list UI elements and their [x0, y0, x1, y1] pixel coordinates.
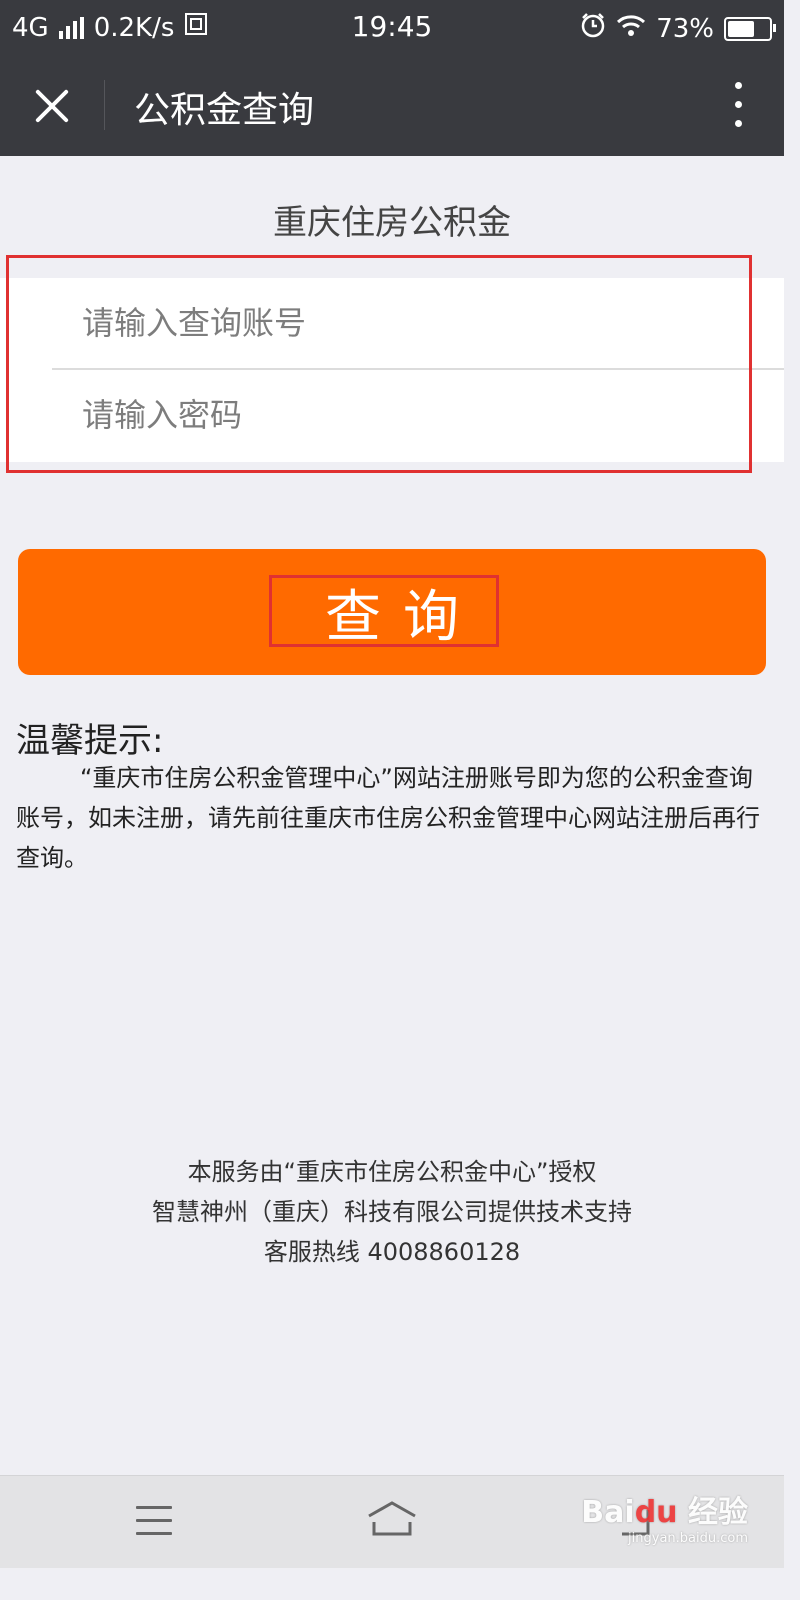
nav-bar: 公积金查询 [0, 54, 784, 156]
wifi-icon [616, 13, 646, 44]
tips-heading: 温馨提示: [16, 721, 164, 761]
baidu-watermark-logo: Baidu 经验 jingyan.baidu.com [581, 1495, 748, 1546]
home-icon[interactable] [366, 1500, 418, 1544]
battery-percent: 73% [656, 13, 714, 44]
battery-icon [724, 16, 776, 41]
alarm-icon [580, 12, 606, 45]
footer: 本服务由“重庆市住房公积金中心”授权 智慧神州（重庆）科技有限公司提供技术支持 … [0, 1152, 784, 1272]
more-vertical-icon[interactable] [734, 82, 744, 130]
menu-icon[interactable] [136, 1506, 172, 1538]
status-right: 73% [580, 12, 776, 45]
button-highlight-box [269, 575, 499, 647]
page-title: 公积金查询 [134, 90, 315, 131]
footer-line-support: 智慧神州（重庆）科技有限公司提供技术支持 [152, 1198, 632, 1226]
section-title: 重庆住房公积金 [273, 203, 511, 243]
footer-line-hotline: 客服热线 4008860128 [263, 1238, 521, 1266]
tips-body: “重庆市住房公积金管理中心”网站注册账号即为您的公积金查询账号，如未注册，请先前… [16, 764, 760, 872]
form-highlight-box [6, 255, 752, 473]
bottom-navigation-bar: Baidu 经验 jingyan.baidu.com [0, 1475, 784, 1568]
status-bar: 4G 0.2K/s 19:45 73% [0, 0, 784, 54]
close-icon[interactable] [30, 84, 74, 128]
footer-line-authorization: 本服务由“重庆市住房公积金中心”授权 [187, 1158, 597, 1186]
nav-divider [104, 80, 105, 130]
